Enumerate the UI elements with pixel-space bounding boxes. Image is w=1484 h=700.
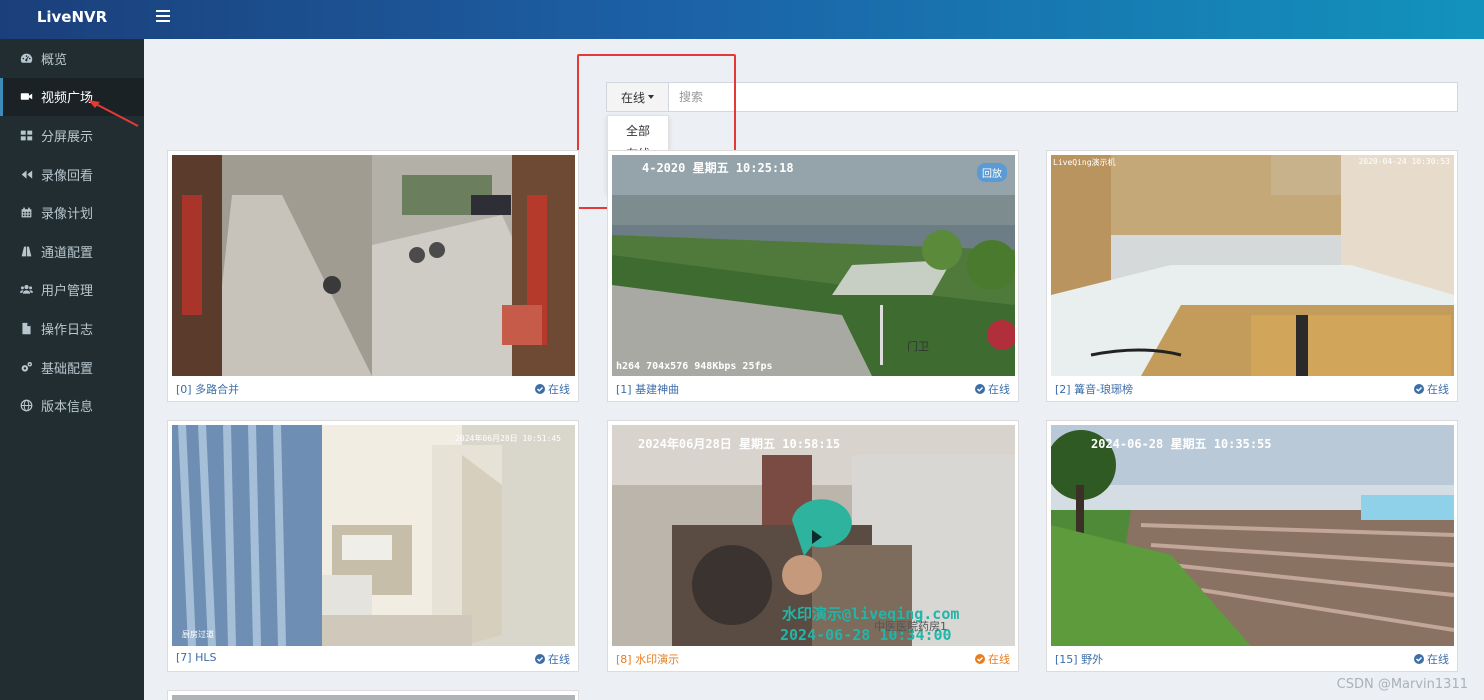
status-badge: 在线: [1414, 381, 1449, 397]
menu-toggle-icon[interactable]: [156, 10, 170, 24]
rewind-icon: [19, 167, 33, 181]
camera-card[interactable]: 2024年06月28日 10:51:45 厨房过道 [7] HLS 在线: [167, 420, 579, 672]
status-text: 在线: [1427, 383, 1449, 396]
app-title[interactable]: LiveNVR: [0, 0, 144, 39]
status-badge: 在线: [1414, 651, 1449, 667]
check-circle-icon: [535, 384, 545, 394]
timestamp-overlay: 2024年06月28日 10:51:45: [455, 434, 561, 443]
check-circle-icon: [975, 654, 985, 664]
status-text: 在线: [548, 653, 570, 666]
camera-card[interactable]: 2024年06月28日 星期五 10:58:15 水印演示@liveqing.c…: [607, 420, 1019, 672]
stream-stats-overlay: h264 704x576 948Kbps 25fps: [616, 361, 773, 372]
status-badge: 在线: [535, 651, 570, 667]
status-badge: 在线: [975, 381, 1010, 397]
status-badge: 在线: [535, 381, 570, 397]
users-icon: [19, 283, 33, 297]
sidebar-item-label: 操作日志: [41, 322, 94, 338]
timestamp-overlay: 4-2020 星期五 10:25:18: [642, 161, 794, 175]
sidebar-item-label: 概览: [41, 52, 68, 68]
camera-caption: [8] 水印演示: [616, 653, 680, 666]
check-circle-icon: [1414, 654, 1424, 664]
video-camera-icon: [19, 90, 33, 104]
sidebar-item-user-management[interactable]: 用户管理: [0, 271, 144, 310]
sidebar-item-label: 通道配置: [41, 245, 94, 261]
file-icon: [19, 321, 33, 335]
sidebar-item-recording-plan[interactable]: 录像计划: [0, 193, 144, 232]
camera-card[interactable]: LiveQing演示机 2020-04-24 10:30:53 [2] 篝音-琅…: [1046, 150, 1458, 402]
status-text: 在线: [988, 383, 1010, 396]
check-circle-icon: [975, 384, 985, 394]
sidebar-item-label: 用户管理: [41, 284, 94, 300]
sidebar: 概览 视频广场 分屏展示 录像回看 录像计划 通道配置 用户管理 操作日志 基础…: [0, 39, 144, 700]
top-bar: LiveNVR: [0, 0, 1484, 39]
calendar-icon: [19, 206, 33, 220]
sidebar-item-label: 基础配置: [41, 361, 94, 377]
camera-caption: [15] 野外: [1055, 653, 1104, 666]
camera-caption: [1] 基建神曲: [616, 383, 680, 396]
location-overlay: 门卫: [907, 340, 929, 353]
camera-thumbnail[interactable]: LiveQing演示机 2020-04-24 10:30:53: [1051, 155, 1454, 376]
sidebar-item-basic-config[interactable]: 基础配置: [0, 348, 144, 387]
sidebar-item-version-info[interactable]: 版本信息: [0, 386, 144, 425]
road-icon: [19, 244, 33, 258]
annotation-arrow: [88, 100, 139, 127]
camera-card[interactable]: 2024-06-28 星期五 10:35:55 [15] 野外 在线: [1046, 420, 1458, 672]
replay-badge[interactable]: 回放: [977, 163, 1007, 182]
camera-thumbnail[interactable]: 2024年06月28日 星期五 10:58:15 水印演示@liveqing.c…: [612, 425, 1015, 646]
camera-card[interactable]: [167, 690, 579, 700]
status-text: 在线: [548, 383, 570, 396]
grid-icon: [19, 128, 33, 142]
status-badge: 在线: [975, 651, 1010, 667]
camera-card[interactable]: 4-2020 星期五 10:25:18 回放 h264 704x576 948K…: [607, 150, 1019, 402]
check-circle-icon: [1414, 384, 1424, 394]
sidebar-item-playback[interactable]: 录像回看: [0, 155, 144, 194]
camera-thumbnail[interactable]: 4-2020 星期五 10:25:18 回放 h264 704x576 948K…: [612, 155, 1015, 376]
sidebar-item-overview[interactable]: 概览: [0, 39, 144, 78]
camera-thumbnail[interactable]: [172, 695, 575, 700]
timestamp-overlay: 2024-06-28 星期五 10:35:55: [1091, 437, 1272, 451]
camera-card[interactable]: [0] 多路合并 在线: [167, 150, 579, 402]
location-overlay: 厨房过道: [182, 630, 214, 639]
sidebar-item-operation-log[interactable]: 操作日志: [0, 309, 144, 348]
source-watermark: CSDN @Marvin1311: [1336, 677, 1468, 692]
camera-name-overlay: LiveQing演示机: [1053, 158, 1116, 167]
location-overlay: 中医医院药房1: [874, 620, 947, 633]
camera-caption: [7] HLS: [176, 651, 217, 664]
sidebar-item-label: 版本信息: [41, 400, 94, 416]
cogs-icon: [19, 360, 33, 374]
camera-thumbnail[interactable]: [172, 155, 575, 376]
dashboard-icon: [19, 51, 33, 65]
globe-icon: [19, 399, 33, 413]
camera-caption: [2] 篝音-琅琊榜: [1055, 383, 1134, 396]
camera-thumbnail[interactable]: 2024年06月28日 10:51:45 厨房过道: [172, 425, 575, 646]
status-text: 在线: [1427, 653, 1449, 666]
camera-caption: [0] 多路合并: [176, 383, 240, 396]
sidebar-item-label: 录像回看: [41, 168, 94, 184]
status-text: 在线: [988, 653, 1010, 666]
search-input[interactable]: [669, 82, 1458, 112]
check-circle-icon: [535, 654, 545, 664]
timestamp-overlay: 2024年06月28日 星期五 10:58:15: [638, 437, 841, 451]
sidebar-item-channel-config[interactable]: 通道配置: [0, 232, 144, 271]
camera-thumbnail[interactable]: 2024-06-28 星期五 10:35:55: [1051, 425, 1454, 646]
timestamp-overlay: 2020-04-24 10:30:53: [1358, 157, 1450, 166]
sidebar-item-label: 录像计划: [41, 207, 94, 223]
